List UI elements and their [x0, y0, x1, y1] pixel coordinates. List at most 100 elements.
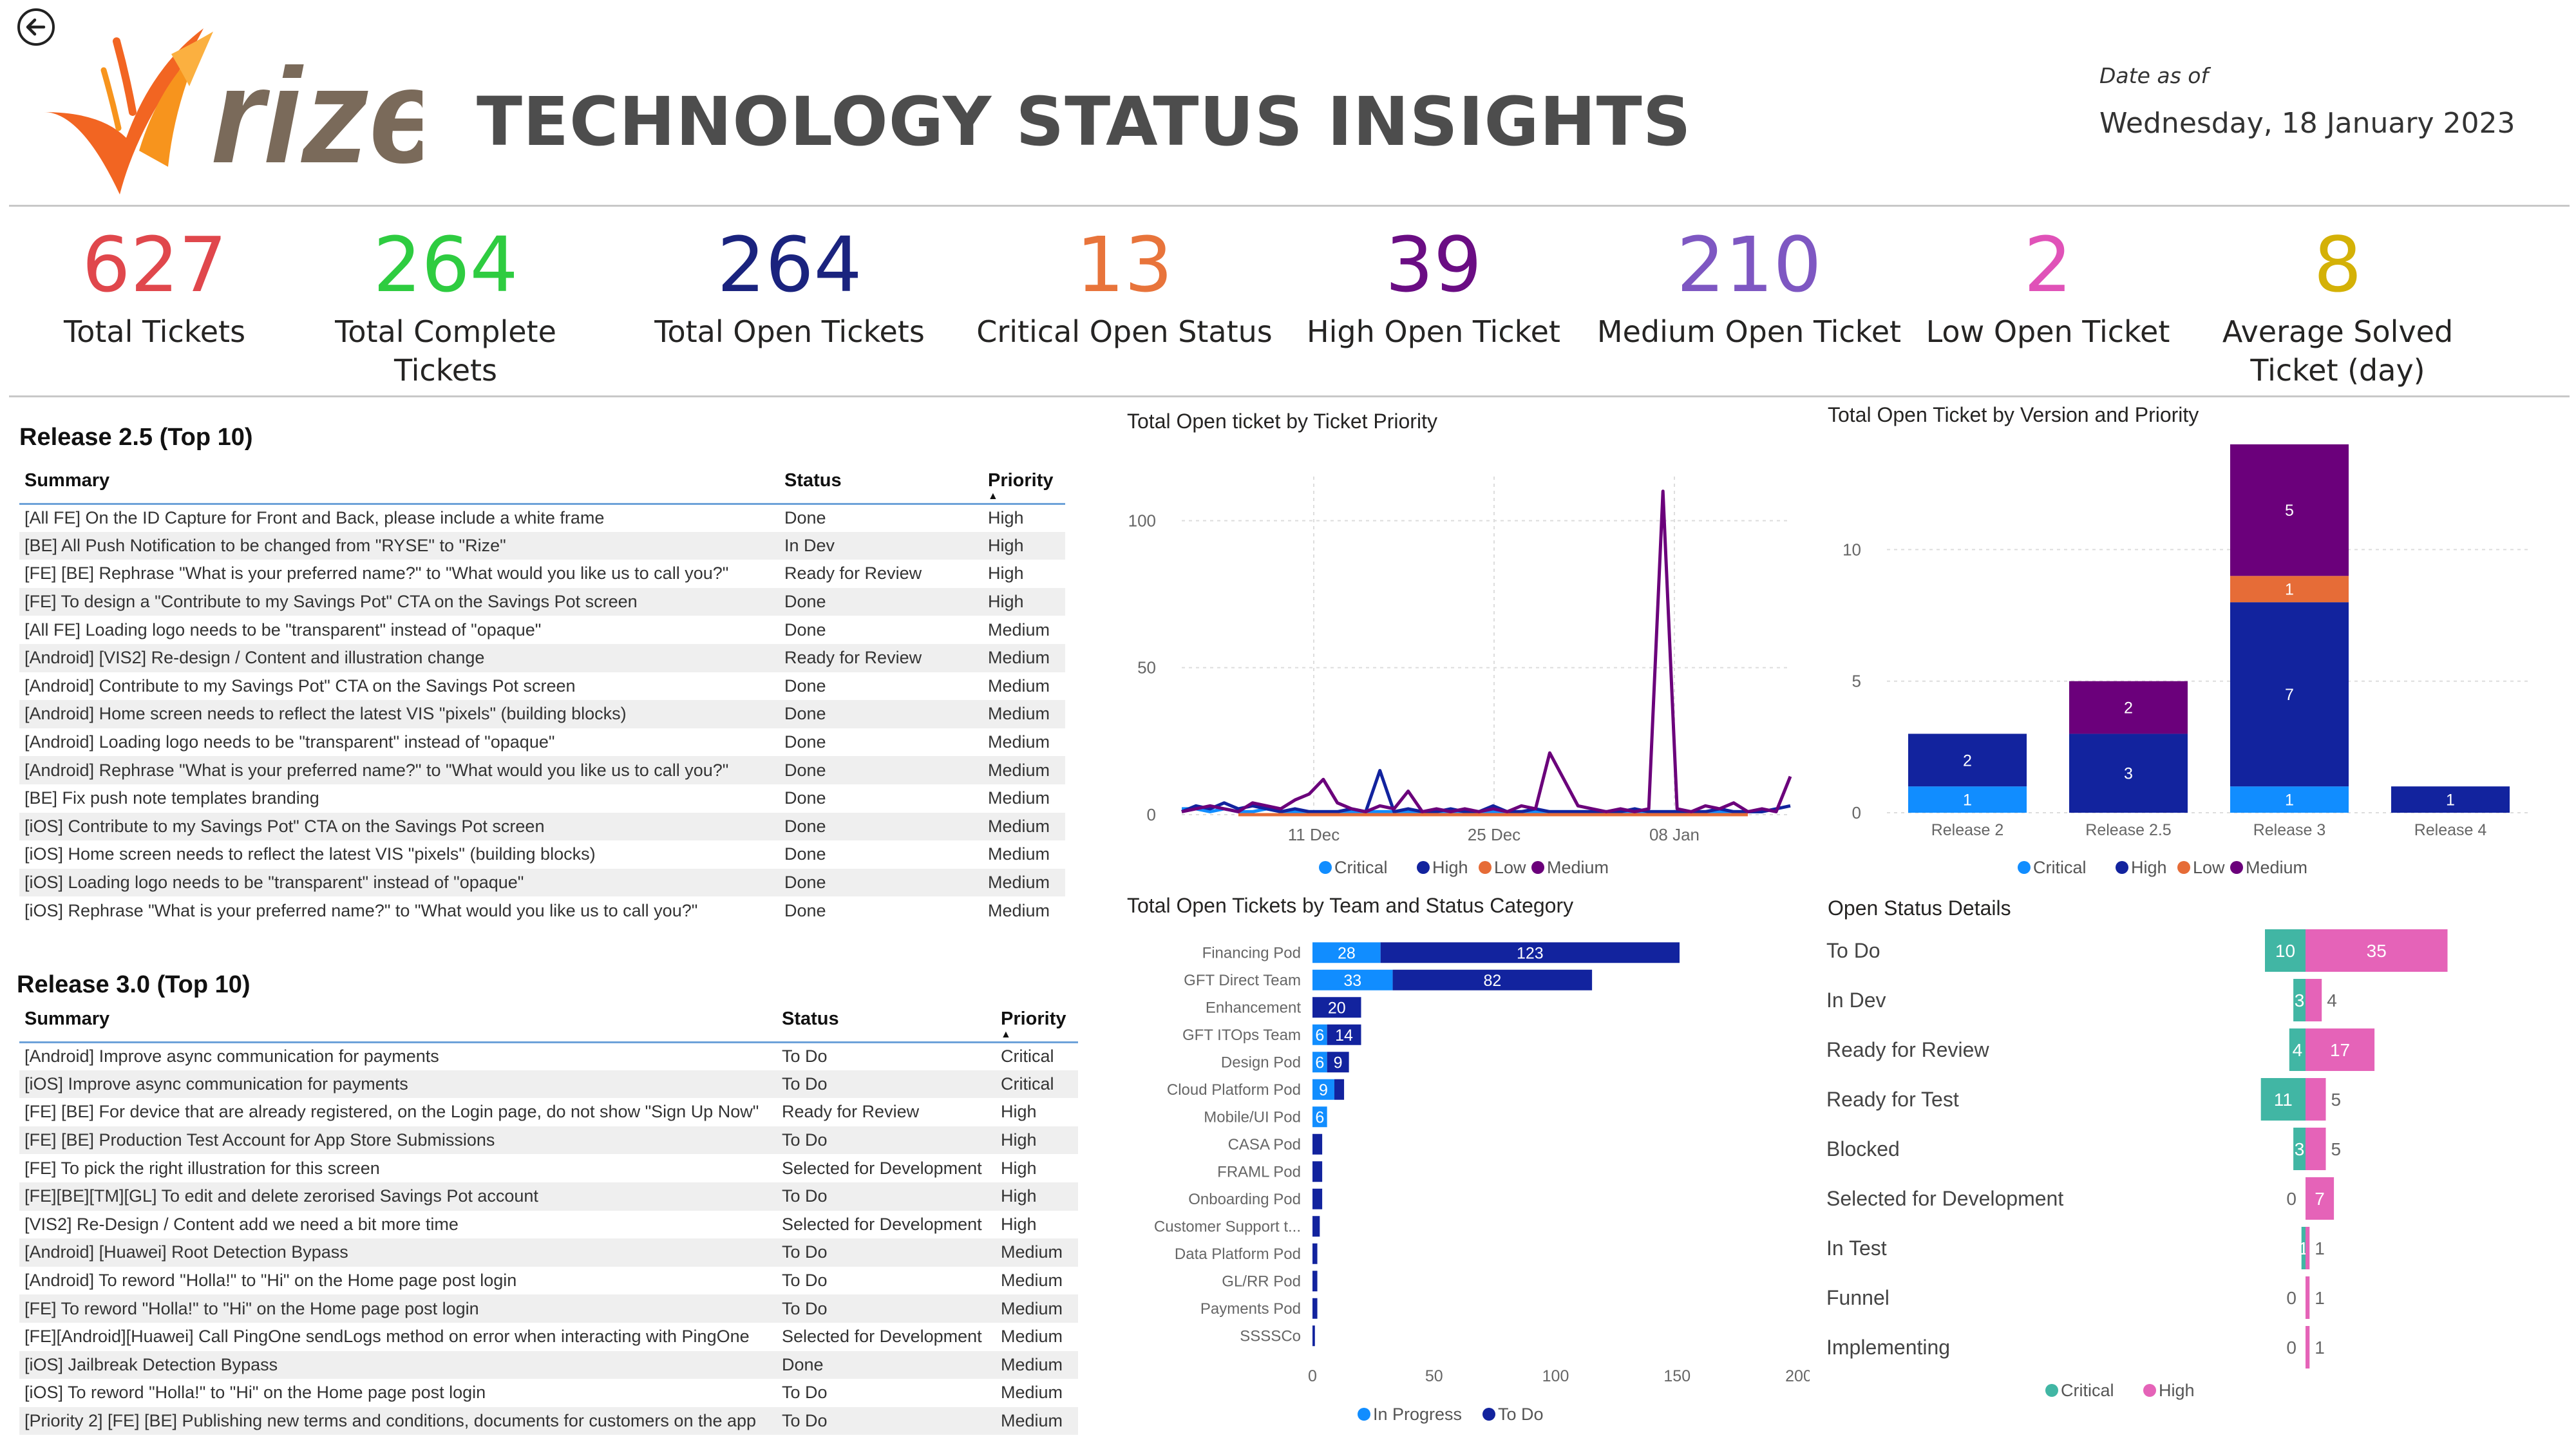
cell-summary: [Android] Improve async communication fo… [24, 1046, 439, 1066]
table-row[interactable]: [Android] Contribute to my Savings Pot" … [19, 672, 1065, 701]
legend-marker [1531, 861, 1544, 874]
bar-segment-to-do [1334, 1079, 1345, 1100]
status-chart-title: Open Status Details [1828, 896, 2011, 920]
table-row[interactable]: [FE][BE][TM][GL] To edit and delete zero… [19, 1182, 1078, 1211]
cell-priority: Medium [1001, 1327, 1063, 1347]
table-row[interactable]: [BE] Fix push note templates branding Don… [19, 784, 1065, 813]
data-label: 9 [1334, 1054, 1343, 1072]
rize-logo: rize [44, 28, 422, 194]
data-label: 6 [1315, 1027, 1324, 1045]
table-row[interactable]: [iOS] Home screen needs to reflect the l… [19, 840, 1065, 869]
open-tickets-by-team-chart[interactable]: Financing Pod 28 123 GFT Direct Team 33 82 Enh… [1095, 921, 1810, 1436]
table-row[interactable]: [BE] All Push Notification to be changed… [19, 531, 1065, 560]
column-header-priority[interactable]: Priority ▲ [996, 1003, 1078, 1043]
column-header-summary[interactable]: Summary [19, 465, 779, 505]
cell-priority: Medium [1001, 1271, 1063, 1291]
cell-priority: Critical [1001, 1046, 1054, 1066]
table-row[interactable]: [Android] [Huawei] Root Detection Bypass… [19, 1238, 1078, 1267]
table-row[interactable]: [Android] To reword "Holla!" to "Hi" on … [19, 1267, 1078, 1295]
legend-label: Medium [1547, 858, 1609, 877]
column-header-summary[interactable]: Summary [19, 1003, 777, 1043]
column-header-status[interactable]: Status [779, 465, 983, 505]
release25-table: Summary Status Priority ▲ [All FE] On the… [19, 465, 1065, 925]
table-row[interactable]: [All FE] On the ID Capture for Front and… [19, 504, 1065, 532]
table-row[interactable]: [FE][Android][Huawei] Call PingOne sendL… [19, 1323, 1078, 1351]
open-tickets-by-version-chart[interactable]: 0 5 10 1 2 Release 2 3 2 Release 2.5 1 7 1 5 Release … [1816, 431, 2537, 889]
column-header-status[interactable]: Status [777, 1003, 996, 1043]
cell-status: Selected for Development [782, 1214, 982, 1234]
x-tick-label: Release 2 [1931, 821, 2004, 839]
data-label: 6 [1315, 1108, 1324, 1126]
table-row[interactable]: [FE] To pick the right illustration for … [19, 1154, 1078, 1182]
data-label: 5 [2285, 502, 2294, 520]
table-row[interactable]: [FE] [BE] Production Test Account for Ap… [19, 1126, 1078, 1155]
bar-segment-to-do [1312, 1271, 1318, 1292]
kpi-label: Total Open Tickets [654, 314, 925, 349]
cell-status: Done [779, 868, 983, 897]
cell-status: To Do [782, 1271, 828, 1291]
data-label: 82 [1483, 972, 1501, 990]
column-header-priority[interactable]: Priority ▲ [983, 465, 1065, 505]
legend-label: High [1432, 858, 1468, 877]
table-row[interactable]: [VIS2] Re-Design / Content add we need a… [19, 1211, 1078, 1239]
legend-marker [1417, 861, 1430, 874]
cell-summary: [Android] Loading logo needs to be "tran… [24, 732, 555, 752]
kpi-value: 13 [1075, 220, 1173, 309]
data-label: 4 [2327, 990, 2337, 1010]
cell-priority: High [983, 587, 1065, 616]
cell-priority: Medium [996, 1294, 1078, 1323]
open-tickets-by-priority-chart[interactable]: 0 50 100 11 Dec 25 Dec 08 Jan Critical High Low M… [1095, 438, 1810, 889]
y-category-label: GL/RR Pod [1222, 1273, 1301, 1290]
y-category-label: Data Platform Pod [1175, 1245, 1301, 1263]
status-category-label: Selected for Development [1826, 1187, 2063, 1210]
cell-priority: Medium [983, 868, 1065, 897]
cell-status: Ready for Review [784, 564, 922, 583]
data-label: 14 [1335, 1027, 1353, 1045]
table-row[interactable]: [Android] Rephrase "What is your preferr… [19, 756, 1065, 784]
data-label: 2 [1963, 752, 1972, 770]
table-row[interactable]: [iOS] Jailbreak Detection Bypass Done Medi… [19, 1350, 1078, 1379]
x-tick-label: Release 3 [2253, 821, 2326, 839]
kpi-medium-open: 210 Medium Open Ticket [1588, 225, 1910, 352]
legend-marker [1482, 1408, 1495, 1421]
date-value: Wednesday, 18 January 2023 [2099, 107, 2515, 140]
date-label: Date as of [2099, 63, 2209, 88]
table-row[interactable]: [iOS] Contribute to my Savings Pot" CTA … [19, 812, 1065, 841]
table-row[interactable]: [FE] [BE] For device that are already re… [19, 1098, 1078, 1126]
bar-segment-to-do [1312, 1325, 1315, 1347]
column-chart-title: Total Open Ticket by Version and Priorit… [1828, 403, 2199, 426]
table-row[interactable]: [FE] To reword "Holla!" to "Hi" on the H… [19, 1294, 1078, 1323]
data-label: 7 [2315, 1189, 2325, 1209]
cell-summary: [Android] To reword "Holla!" to "Hi" on … [24, 1271, 517, 1291]
cell-priority: Medium [988, 676, 1050, 696]
line-chart-title: Total Open ticket by Ticket Priority [1127, 410, 1437, 433]
bar-segment-to-do [1312, 1216, 1320, 1237]
table-row[interactable]: [FE] To design a "Contribute to my Savin… [19, 587, 1065, 616]
kpi-value: 2 [2023, 220, 2072, 309]
table-row[interactable]: [iOS] To reword "Holla!" to "Hi" on the … [19, 1379, 1078, 1407]
bar-segment-to-do [1312, 1243, 1318, 1264]
cell-summary: [FE] [BE] Production Test Account for Ap… [19, 1126, 777, 1155]
kpi-value: 264 [717, 220, 862, 309]
cell-status: Done [784, 508, 826, 528]
table-row[interactable]: [Priority 2] [FE] [BE] Publishing new te… [19, 1406, 1078, 1435]
cell-status: Done [784, 732, 826, 752]
cell-summary: [FE] To reword "Holla!" to "Hi" on the H… [19, 1294, 777, 1323]
table-row[interactable]: [iOS] Improve async communication for pa… [19, 1070, 1078, 1099]
cell-status: To Do [777, 1126, 996, 1155]
table-row[interactable]: [FE] [BE] Rephrase "What is your preferr… [19, 560, 1065, 588]
table-row[interactable]: [iOS] Loading logo needs to be "transpar… [19, 868, 1065, 897]
table-row[interactable]: [Android] Loading logo needs to be "tran… [19, 728, 1065, 757]
cell-summary: [Android] Home screen needs to reflect t… [19, 700, 779, 728]
table-row[interactable]: [All FE] Loading logo needs to be "trans… [19, 616, 1065, 644]
open-status-details-chart[interactable]: To Do 10 35In Dev 3 4Ready for Review 4 17Read… [1816, 921, 2563, 1430]
y-category-label: GFT Direct Team [1184, 972, 1301, 989]
cell-status: In Dev [779, 531, 983, 560]
cell-priority: Medium [996, 1350, 1078, 1379]
svg-text:rize: rize [211, 40, 422, 191]
table-row[interactable]: [Android] [VIS2] Re-design / Content and… [19, 643, 1065, 672]
kpi-value: 627 [82, 220, 227, 309]
table-row[interactable]: [iOS] Rephrase "What is your preferred n… [19, 896, 1065, 925]
table-row[interactable]: [Android] Improve async communication fo… [19, 1042, 1078, 1070]
table-row[interactable]: [Android] Home screen needs to reflect t… [19, 700, 1065, 728]
